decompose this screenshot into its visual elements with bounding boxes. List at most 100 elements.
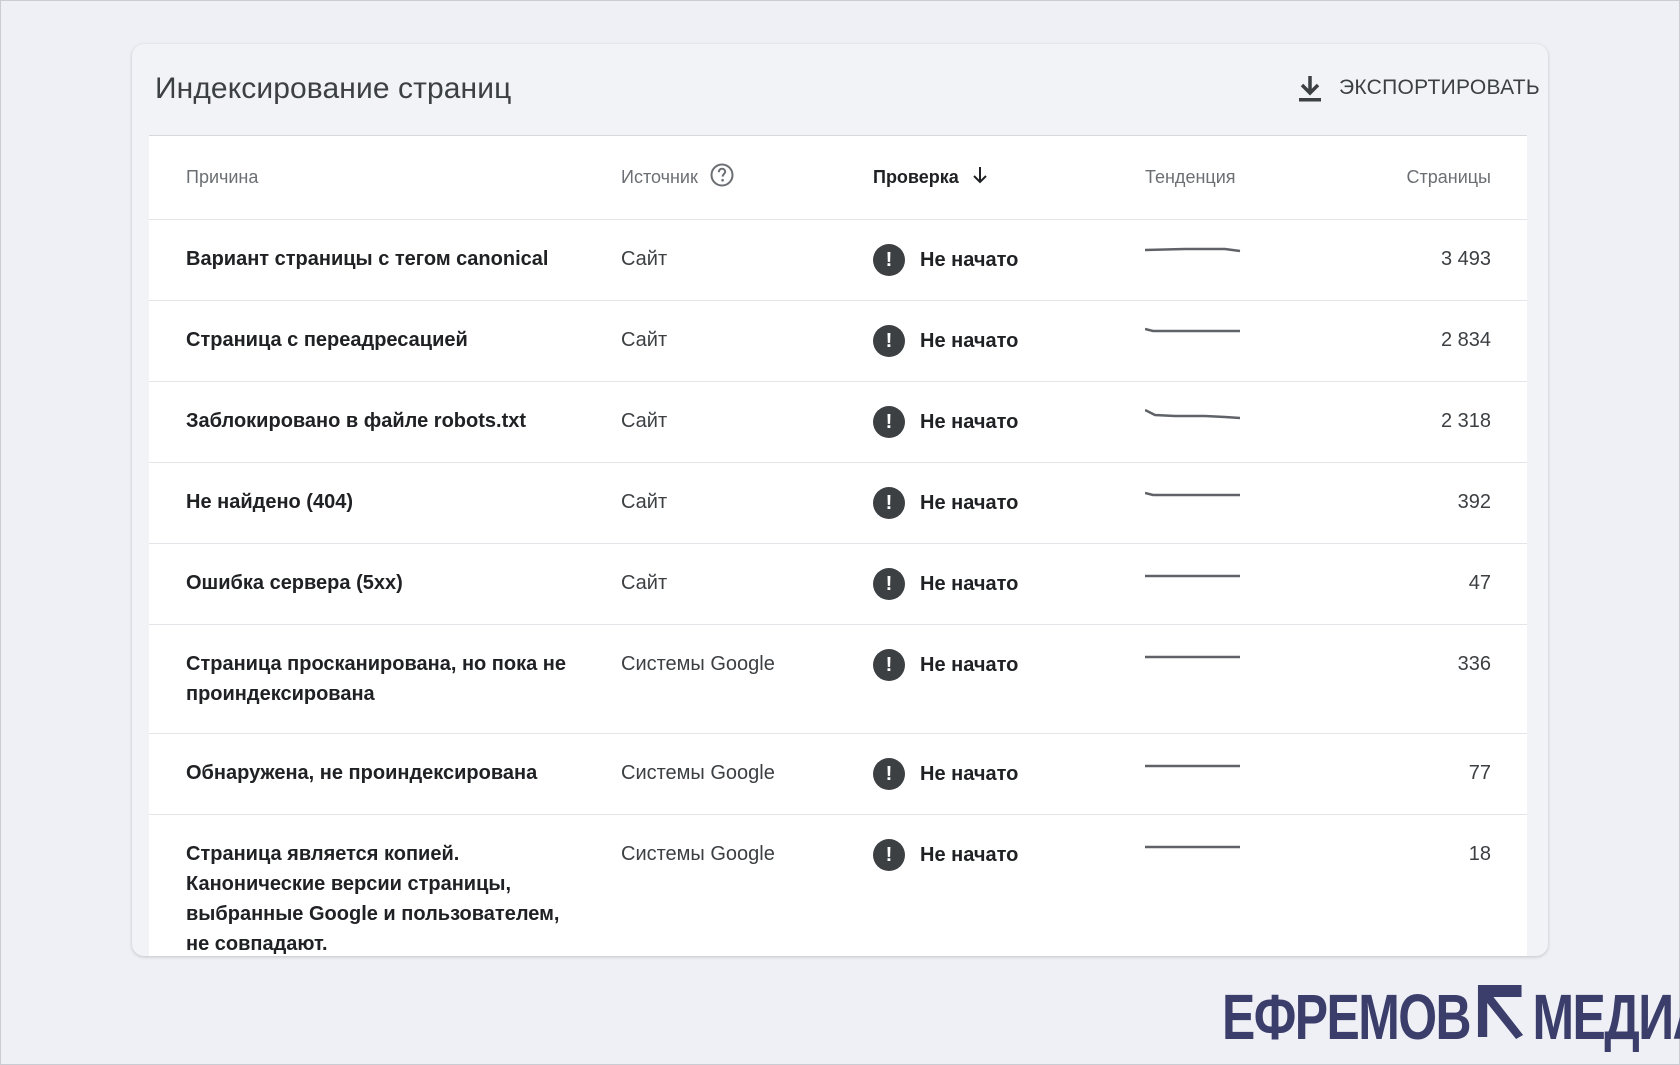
row-trend <box>1145 381 1355 463</box>
row-pages: 2 318 <box>1355 381 1527 463</box>
row-check: ! Не начато <box>873 381 1145 463</box>
row-check: ! Не начато <box>873 462 1145 544</box>
row-reason: Ошибка сервера (5xx) <box>149 543 621 625</box>
status-label: Не начато <box>920 248 1019 271</box>
exclamation-circle-icon: ! <box>873 567 905 600</box>
row-reason: Страница с переадресацией <box>149 300 621 382</box>
row-source: Сайт <box>621 543 873 625</box>
row-pages: 3 493 <box>1355 219 1527 301</box>
row-pages: 18 <box>1355 814 1527 956</box>
trend-sparkline-icon <box>1145 327 1355 341</box>
column-header-source[interactable]: Источник <box>621 136 873 220</box>
logo-left-text: ЕФРЕМОВ <box>1222 981 1472 1053</box>
status-label: Не начато <box>920 410 1019 433</box>
exclamation-circle-icon: ! <box>873 757 905 790</box>
efremov-media-logo: ЕФРЕМОВ МЕДИА <box>1222 980 1680 1054</box>
row-trend <box>1145 624 1355 734</box>
status-label: Не начато <box>920 653 1019 676</box>
row-reason: Не найдено (404) <box>149 462 621 544</box>
logo-arrow-icon <box>1477 980 1525 1054</box>
row-source: Системы Google <box>621 624 873 734</box>
status-label: Не начато <box>920 762 1019 785</box>
row-source: Сайт <box>621 219 873 301</box>
row-check: ! Не начато <box>873 733 1145 815</box>
card-header: Индексирование страниц ЭКСПОРТИРОВАТЬ <box>132 44 1548 135</box>
row-trend <box>1145 300 1355 382</box>
logo-right-text: МЕДИА <box>1532 981 1680 1053</box>
status-label: Не начато <box>920 843 1019 866</box>
trend-sparkline-icon <box>1145 408 1355 422</box>
row-reason: Обнаружена, не проиндексирована <box>149 733 621 815</box>
column-header-check[interactable]: Проверка <box>873 136 1145 220</box>
status-label: Не начато <box>920 491 1019 514</box>
issues-table-container: Причина Источник Проверка Тенденция Стра… <box>149 135 1527 956</box>
card-title: Индексирование страниц <box>155 72 512 105</box>
status-label: Не начато <box>920 329 1019 352</box>
row-trend <box>1145 814 1355 956</box>
exclamation-circle-icon: ! <box>873 486 905 519</box>
download-icon <box>1297 74 1323 102</box>
table-row[interactable]: Вариант страницы с тегом canonical Сайт … <box>149 219 1527 301</box>
row-pages: 336 <box>1355 624 1527 734</box>
table-row[interactable]: Страница с переадресацией Сайт ! Не нача… <box>149 300 1527 382</box>
trend-sparkline-icon <box>1145 760 1355 774</box>
table-row[interactable]: Ошибка сервера (5xx) Сайт ! Не начато 47 <box>149 543 1527 625</box>
export-label: ЭКСПОРТИРОВАТЬ <box>1338 76 1540 99</box>
exclamation-circle-icon: ! <box>873 324 905 357</box>
status: ! Не начато <box>873 757 1145 790</box>
row-reason: Страница является копией. Канонические в… <box>149 814 621 956</box>
arrow-down-icon <box>971 165 989 190</box>
table-row[interactable]: Заблокировано в файле robots.txt Сайт ! … <box>149 381 1527 463</box>
status: ! Не начато <box>873 405 1145 438</box>
row-trend <box>1145 733 1355 815</box>
row-trend <box>1145 543 1355 625</box>
row-check: ! Не начато <box>873 624 1145 734</box>
row-pages: 77 <box>1355 733 1527 815</box>
table-row[interactable]: Обнаружена, не проиндексирована Системы … <box>149 733 1527 815</box>
row-source: Системы Google <box>621 733 873 815</box>
exclamation-circle-icon: ! <box>873 838 905 871</box>
row-check: ! Не начато <box>873 543 1145 625</box>
column-header-reason[interactable]: Причина <box>149 136 621 220</box>
help-circle-icon[interactable] <box>710 163 734 192</box>
table-row[interactable]: Страница является копией. Канонические в… <box>149 814 1527 956</box>
row-check: ! Не начато <box>873 219 1145 301</box>
page-indexing-card: Индексирование страниц ЭКСПОРТИРОВАТЬ Пр… <box>132 44 1548 956</box>
export-button[interactable]: ЭКСПОРТИРОВАТЬ <box>1297 70 1540 106</box>
row-source: Системы Google <box>621 814 873 956</box>
row-reason: Вариант страницы с тегом canonical <box>149 219 621 301</box>
trend-sparkline-icon <box>1145 246 1355 260</box>
exclamation-circle-icon: ! <box>873 405 905 438</box>
exclamation-circle-icon: ! <box>873 243 905 276</box>
trend-sparkline-icon <box>1145 651 1355 665</box>
row-pages: 2 834 <box>1355 300 1527 382</box>
issues-table: Причина Источник Проверка Тенденция Стра… <box>149 136 1527 956</box>
status-label: Не начато <box>920 572 1019 595</box>
status: ! Не начато <box>873 486 1145 519</box>
status: ! Не начато <box>873 648 1145 681</box>
row-pages: 392 <box>1355 462 1527 544</box>
exclamation-circle-icon: ! <box>873 648 905 681</box>
trend-sparkline-icon <box>1145 570 1355 584</box>
trend-sparkline-icon <box>1145 489 1355 503</box>
row-trend <box>1145 219 1355 301</box>
status: ! Не начато <box>873 324 1145 357</box>
status: ! Не начато <box>873 567 1145 600</box>
status: ! Не начато <box>873 243 1145 276</box>
status: ! Не начато <box>873 838 1145 871</box>
column-header-trend: Тенденция <box>1145 136 1355 220</box>
row-reason: Страница просканирована, но пока не прои… <box>149 624 621 734</box>
row-source: Сайт <box>621 300 873 382</box>
row-source: Сайт <box>621 462 873 544</box>
row-pages: 47 <box>1355 543 1527 625</box>
row-reason: Заблокировано в файле robots.txt <box>149 381 621 463</box>
row-check: ! Не начато <box>873 814 1145 956</box>
table-body: Вариант страницы с тегом canonical Сайт … <box>149 219 1527 956</box>
table-header-row: Причина Источник Проверка Тенденция Стра… <box>149 136 1527 220</box>
trend-sparkline-icon <box>1145 841 1355 855</box>
column-header-pages[interactable]: Страницы <box>1355 136 1527 220</box>
row-source: Сайт <box>621 381 873 463</box>
table-row[interactable]: Страница просканирована, но пока не прои… <box>149 624 1527 734</box>
table-row[interactable]: Не найдено (404) Сайт ! Не начато 392 <box>149 462 1527 544</box>
row-check: ! Не начато <box>873 300 1145 382</box>
